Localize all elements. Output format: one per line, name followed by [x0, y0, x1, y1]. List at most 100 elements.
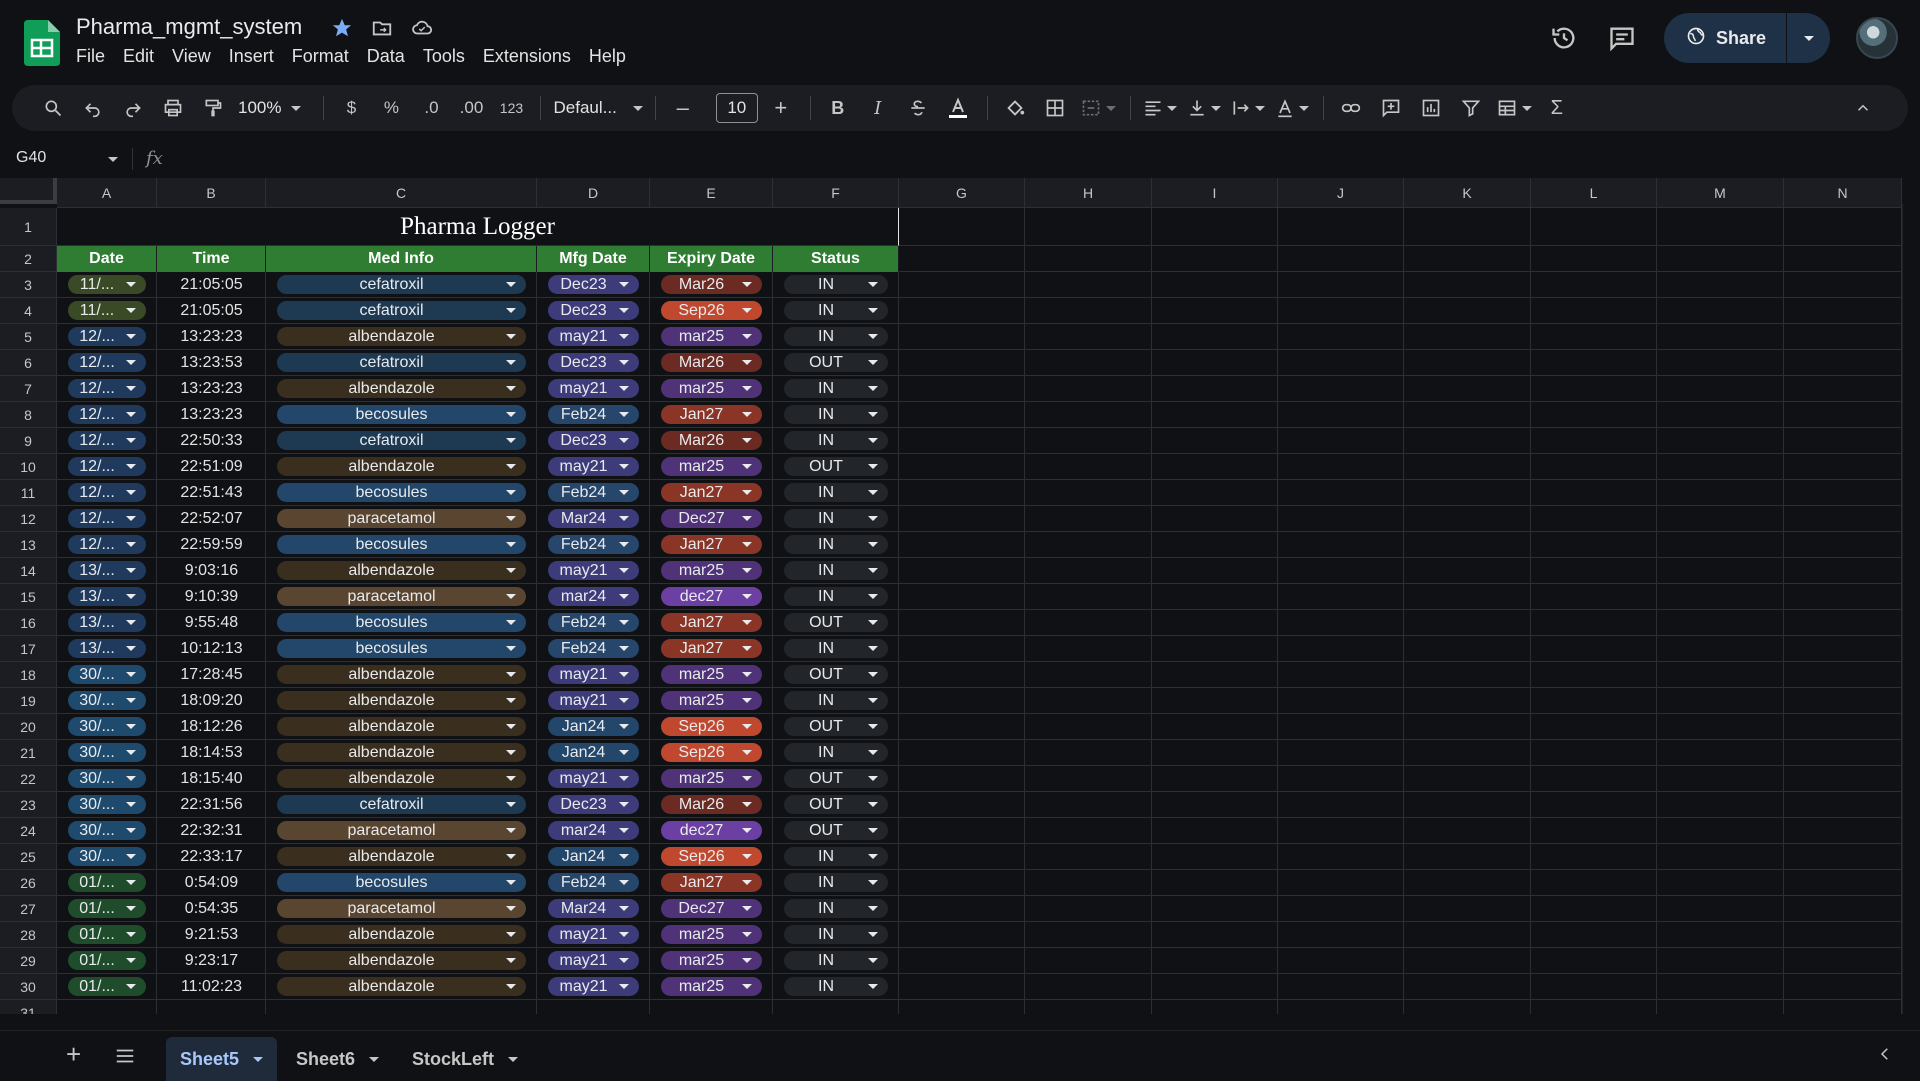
status-dropdown[interactable]: OUT [784, 457, 888, 476]
chevron-down-icon[interactable] [868, 568, 878, 573]
grid-cell[interactable] [1531, 402, 1657, 428]
grid-cell[interactable] [1404, 948, 1531, 974]
grid-cell[interactable] [1404, 896, 1531, 922]
date-dropdown[interactable]: 13/... [68, 587, 146, 606]
grid-cell[interactable] [899, 870, 1025, 896]
chevron-down-icon[interactable] [868, 594, 878, 599]
grid-cell[interactable] [1152, 272, 1278, 298]
grid-cell[interactable] [1784, 376, 1902, 402]
status-dropdown[interactable]: IN [784, 743, 888, 762]
med-info-dropdown[interactable]: paracetamol [277, 587, 526, 606]
chevron-down-icon[interactable] [868, 984, 878, 989]
menu-format[interactable]: Format [292, 46, 358, 67]
horizontal-scrollbar[interactable] [57, 1014, 1902, 1030]
grid-cell[interactable] [1531, 974, 1657, 1000]
column-header[interactable]: N [1784, 178, 1902, 208]
column-header[interactable]: K [1404, 178, 1531, 208]
spreadsheet-grid[interactable]: A B C D E F G H I J K L M N 1 2 3 4 5 6 7 8 9 10 11 12 13 14 15 16 17 1… [0, 178, 1920, 1014]
grid-cell[interactable] [1404, 350, 1531, 376]
grid-cell[interactable] [1657, 584, 1784, 610]
grid-cell[interactable] [1278, 454, 1404, 480]
chevron-down-icon[interactable] [742, 724, 752, 729]
chevron-down-icon[interactable] [619, 308, 629, 313]
grid-cell[interactable] [899, 506, 1025, 532]
chevron-down-icon[interactable] [506, 620, 516, 625]
column-header[interactable]: M [1657, 178, 1784, 208]
chevron-down-icon[interactable] [506, 828, 516, 833]
valign-icon[interactable] [1187, 92, 1221, 124]
grid-cell[interactable] [1152, 792, 1278, 818]
mfg-date-dropdown[interactable]: may21 [548, 561, 639, 580]
grid-cell[interactable] [1025, 1000, 1152, 1014]
grid-cell[interactable] [1278, 636, 1404, 662]
status-dropdown[interactable]: IN [784, 899, 888, 918]
grid-cell[interactable] [1278, 402, 1404, 428]
grid-cell[interactable] [1784, 454, 1902, 480]
font-size-decrease-icon[interactable]: – [668, 92, 698, 124]
row-header[interactable]: 11 [0, 480, 57, 506]
grid-cell[interactable] [1152, 974, 1278, 1000]
italic-icon[interactable]: I [863, 92, 893, 124]
grid-cell[interactable] [1152, 610, 1278, 636]
chevron-down-icon[interactable] [126, 646, 136, 651]
chevron-down-icon[interactable] [868, 828, 878, 833]
grid-cell[interactable] [899, 272, 1025, 298]
row-header[interactable]: 8 [0, 402, 57, 428]
grid-cell[interactable] [157, 1000, 266, 1014]
chevron-down-icon[interactable] [126, 932, 136, 937]
grid-cell[interactable] [1657, 376, 1784, 402]
row-header[interactable]: 19 [0, 688, 57, 714]
expiry-date-dropdown[interactable]: Mar26 [661, 353, 762, 372]
grid-cell[interactable] [1657, 844, 1784, 870]
grid-cell[interactable] [1657, 688, 1784, 714]
grid-cell[interactable] [899, 818, 1025, 844]
date-dropdown[interactable]: 13/... [68, 639, 146, 658]
date-dropdown[interactable]: 30/... [68, 691, 146, 710]
expiry-date-dropdown[interactable]: Jan27 [661, 873, 762, 892]
grid-cell[interactable] [1657, 610, 1784, 636]
grid-cell[interactable] [1025, 402, 1152, 428]
grid-cell[interactable] [1784, 298, 1902, 324]
comment-icon[interactable] [1606, 22, 1638, 54]
grid-cell[interactable] [1404, 766, 1531, 792]
chevron-down-icon[interactable] [506, 698, 516, 703]
grid-cell[interactable] [1025, 922, 1152, 948]
grid-cell[interactable] [1784, 922, 1902, 948]
text-color-icon[interactable] [943, 92, 973, 124]
grid-cell[interactable] [1278, 948, 1404, 974]
grid-cell[interactable] [1657, 506, 1784, 532]
date-dropdown[interactable]: 12/... [68, 483, 146, 502]
grid-cell[interactable] [1278, 610, 1404, 636]
grid-cell[interactable] [1657, 740, 1784, 766]
grid-cell[interactable] [1152, 636, 1278, 662]
expiry-date-dropdown[interactable]: Sep26 [661, 847, 762, 866]
grid-cell[interactable] [1404, 870, 1531, 896]
status-dropdown[interactable]: OUT [784, 769, 888, 788]
grid-cell[interactable] [1531, 480, 1657, 506]
chevron-down-icon[interactable] [506, 464, 516, 469]
grid-cell[interactable] [1152, 870, 1278, 896]
grid-cell[interactable] [1784, 948, 1902, 974]
chevron-down-icon[interactable] [742, 958, 752, 963]
grid-cell[interactable] [1025, 350, 1152, 376]
chevron-down-icon[interactable] [619, 906, 629, 911]
grid-cell[interactable] [1025, 896, 1152, 922]
name-box[interactable]: G40 [16, 149, 46, 167]
date-dropdown[interactable]: 01/... [68, 899, 146, 918]
chevron-down-icon[interactable] [619, 750, 629, 755]
chevron-down-icon[interactable] [506, 724, 516, 729]
mfg-date-dropdown[interactable]: may21 [548, 769, 639, 788]
chevron-down-icon[interactable] [619, 568, 629, 573]
chevron-down-icon[interactable] [126, 360, 136, 365]
med-info-dropdown[interactable]: albendazole [277, 951, 526, 970]
date-dropdown[interactable]: 12/... [68, 535, 146, 554]
grid-cell[interactable] [1784, 1000, 1902, 1014]
row-header[interactable]: 7 [0, 376, 57, 402]
grid-cell[interactable] [1657, 298, 1784, 324]
grid-cell[interactable] [1784, 896, 1902, 922]
grid-cell[interactable] [1531, 272, 1657, 298]
chevron-down-icon[interactable] [619, 958, 629, 963]
chevron-down-icon[interactable] [742, 750, 752, 755]
mfg-date-dropdown[interactable]: Feb24 [548, 483, 639, 502]
chevron-down-icon[interactable] [742, 308, 752, 313]
